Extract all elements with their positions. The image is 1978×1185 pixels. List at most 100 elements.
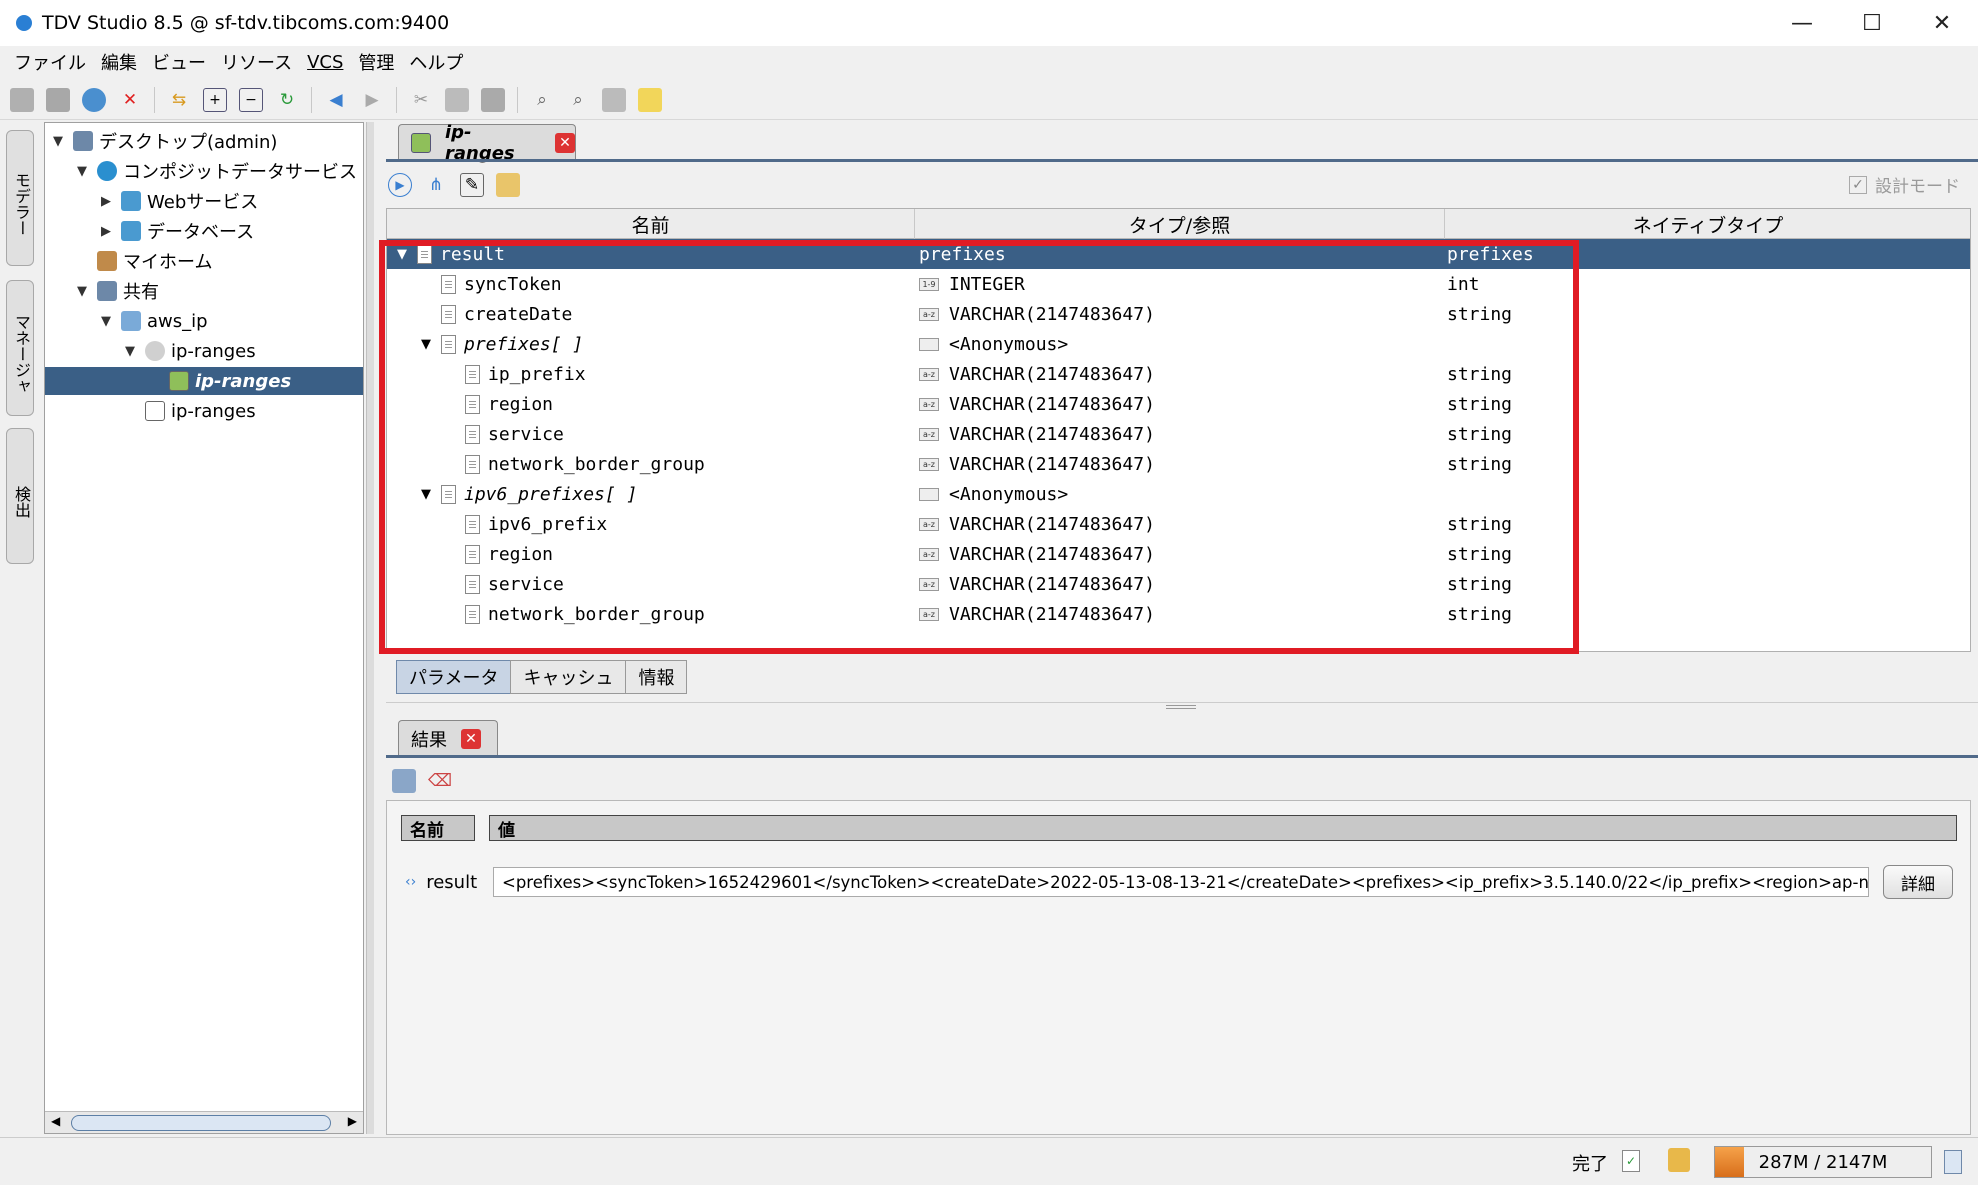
datasource-icon (145, 341, 165, 361)
lineage-icon[interactable]: ⋔ (424, 173, 448, 197)
expand-icon[interactable]: + (203, 87, 227, 112)
vtab-discovery[interactable]: 検出 (6, 428, 34, 564)
edit-note-icon[interactable] (638, 87, 662, 112)
table-row[interactable]: network_border_group a-z VARCHAR(214748364… (387, 449, 1970, 479)
data-type-icon: a-z (919, 607, 939, 621)
tree-item[interactable]: マイホーム (45, 247, 212, 275)
result-value-field[interactable]: <prefixes><syncToken>1652429601</syncTok… (493, 867, 1869, 897)
expand-toggle-icon[interactable]: ▼ (99, 314, 113, 329)
menu-help[interactable]: ヘルプ (409, 49, 463, 75)
minimize-button[interactable]: — (1767, 0, 1837, 46)
tree-item[interactable]: ▼ ip-ranges (45, 337, 256, 365)
table-row[interactable]: service a-z VARCHAR(2147483647) string (387, 419, 1970, 449)
forward-icon[interactable]: ▶ (360, 88, 384, 112)
tree-item[interactable]: ▼ 共有 (45, 277, 159, 305)
expand-toggle-icon[interactable]: ▼ (123, 344, 137, 359)
table-row[interactable]: ip_prefix a-z VARCHAR(2147483647) string (387, 359, 1970, 389)
data-type-icon: a-z (919, 427, 939, 441)
table-row[interactable]: region a-z VARCHAR(2147483647) string (387, 539, 1970, 569)
tree-item-label: ip-ranges (195, 370, 292, 392)
column-header-type[interactable]: タイプ/参照 (915, 209, 1445, 239)
table-row[interactable]: region a-z VARCHAR(2147483647) string (387, 389, 1970, 419)
vtab-modeler[interactable]: モデラー (6, 130, 34, 266)
tree-item[interactable]: ▼ デスクトップ(admin) (45, 127, 277, 155)
back-icon[interactable]: ◀ (324, 88, 348, 112)
table-row[interactable]: network_border_group a-z VARCHAR(214748364… (387, 599, 1970, 629)
menu-admin[interactable]: 管理 (358, 49, 394, 75)
table-row[interactable]: ▼ prefixes[ ] <Anonymous> (387, 329, 1970, 359)
tree-horizontal-scrollbar[interactable]: ◀ ▶ (45, 1111, 363, 1133)
tree-item[interactable]: ▼ コンポジットデータサービス (45, 157, 357, 185)
table-row[interactable]: service a-z VARCHAR(2147483647) string (387, 569, 1970, 599)
field-name: network_border_group (488, 453, 705, 475)
tab-results[interactable]: 結果 ✕ (398, 720, 498, 756)
details-button[interactable]: 詳細 (1883, 865, 1953, 899)
memory-gauge[interactable]: 287M / 2147M (1714, 1146, 1932, 1178)
tree-item-label: ip-ranges (171, 340, 256, 362)
refresh-icon[interactable]: ↻ (275, 88, 299, 112)
window-title: TDV Studio 8.5 @ sf-tdv.tibcoms.com:9400 (42, 12, 450, 34)
edit-icon[interactable]: ✎ (460, 173, 484, 197)
save-all-icon[interactable] (82, 87, 106, 112)
table-row[interactable]: ipv6_prefix a-z VARCHAR(2147483647) string (387, 509, 1970, 539)
close-window-button[interactable]: ✕ (1907, 0, 1977, 46)
tab-cache[interactable]: キャッシュ (510, 660, 627, 694)
find-next-icon[interactable]: ⌕ (566, 88, 590, 112)
properties-icon[interactable] (496, 173, 520, 197)
table-row[interactable]: syncToken 1-9 INTEGER int (387, 269, 1970, 299)
vtab-manager[interactable]: マネージャ (6, 280, 34, 416)
expand-toggle-icon[interactable]: ▼ (75, 164, 89, 179)
menu-resource[interactable]: リソース (221, 49, 292, 75)
cut-icon[interactable]: ✂ (409, 88, 433, 112)
maximize-button[interactable]: ☐ (1837, 0, 1907, 46)
column-header-name[interactable]: 名前 (387, 209, 915, 239)
find-replace-icon[interactable] (602, 87, 626, 112)
find-icon[interactable]: ⌕ (530, 88, 554, 112)
clear-results-icon[interactable]: ⌫ (428, 769, 452, 793)
tree-item[interactable]: ▼ aws_ip (45, 307, 208, 335)
vertical-splitter[interactable] (366, 122, 374, 1134)
expand-toggle-icon[interactable]: ▼ (419, 337, 433, 352)
close-tab-icon[interactable]: ✕ (555, 132, 575, 153)
expand-toggle-icon[interactable]: ▶ (99, 224, 113, 239)
expand-toggle-icon[interactable]: ▼ (51, 134, 65, 149)
gc-icon[interactable] (1944, 1150, 1962, 1174)
close-results-icon[interactable]: ✕ (461, 728, 481, 749)
table-row[interactable]: createDate a-z VARCHAR(2147483647) string (387, 299, 1970, 329)
horizontal-splitter[interactable] (386, 702, 1978, 712)
design-mode-toggle[interactable]: ✓ 設計モード (1849, 172, 1960, 197)
design-mode-checkbox[interactable]: ✓ (1849, 175, 1867, 194)
tree-item[interactable]: ▶ データベース (45, 217, 254, 245)
collapse-icon[interactable]: − (239, 87, 263, 112)
copy-icon[interactable] (445, 87, 469, 112)
menu-view[interactable]: ビュー (152, 49, 206, 75)
table-row[interactable]: ▼ ipv6_prefixes[ ] <Anonymous> (387, 479, 1970, 509)
tab-info[interactable]: 情報 (625, 660, 688, 694)
delete-icon[interactable]: ✕ (118, 88, 142, 112)
schema-grid: 名前 タイプ/参照 ネイティブタイプ ▼ result prefixes prefix… (386, 208, 1971, 652)
tree-item[interactable]: ip-ranges (45, 367, 363, 395)
tree-item[interactable]: ▶ Webサービス (45, 187, 258, 215)
results-header-value: 値 (489, 815, 1957, 841)
expand-toggle-icon[interactable]: ▶ (99, 194, 113, 209)
field-native-type: string (1447, 603, 1513, 625)
expand-toggle-icon[interactable]: ▼ (419, 487, 433, 502)
tree-item[interactable]: ip-ranges (45, 397, 256, 425)
menu-file[interactable]: ファイル (14, 49, 86, 75)
menu-edit[interactable]: 編集 (101, 49, 137, 75)
field-name: ip_prefix (488, 363, 586, 385)
move-icon[interactable]: ⇆ (167, 88, 191, 112)
expand-toggle-icon[interactable]: ▼ (75, 284, 89, 299)
open-icon[interactable] (10, 87, 34, 112)
menu-vcs[interactable]: VCS (307, 52, 343, 73)
save-results-icon[interactable] (392, 769, 416, 793)
tab-parameters[interactable]: パラメータ (396, 660, 512, 694)
column-header-native-type[interactable]: ネイティブタイプ (1445, 209, 1970, 239)
tab-ip-ranges[interactable]: ip-ranges ✕ (398, 122, 576, 164)
table-row[interactable]: ▼ result prefixes prefixes (387, 239, 1970, 269)
paste-icon[interactable] (481, 87, 505, 112)
field-type: VARCHAR(2147483647) (949, 363, 1155, 385)
save-icon[interactable] (46, 87, 70, 112)
execute-icon[interactable]: ▶ (388, 173, 412, 197)
expand-toggle-icon[interactable]: ▼ (395, 247, 409, 262)
